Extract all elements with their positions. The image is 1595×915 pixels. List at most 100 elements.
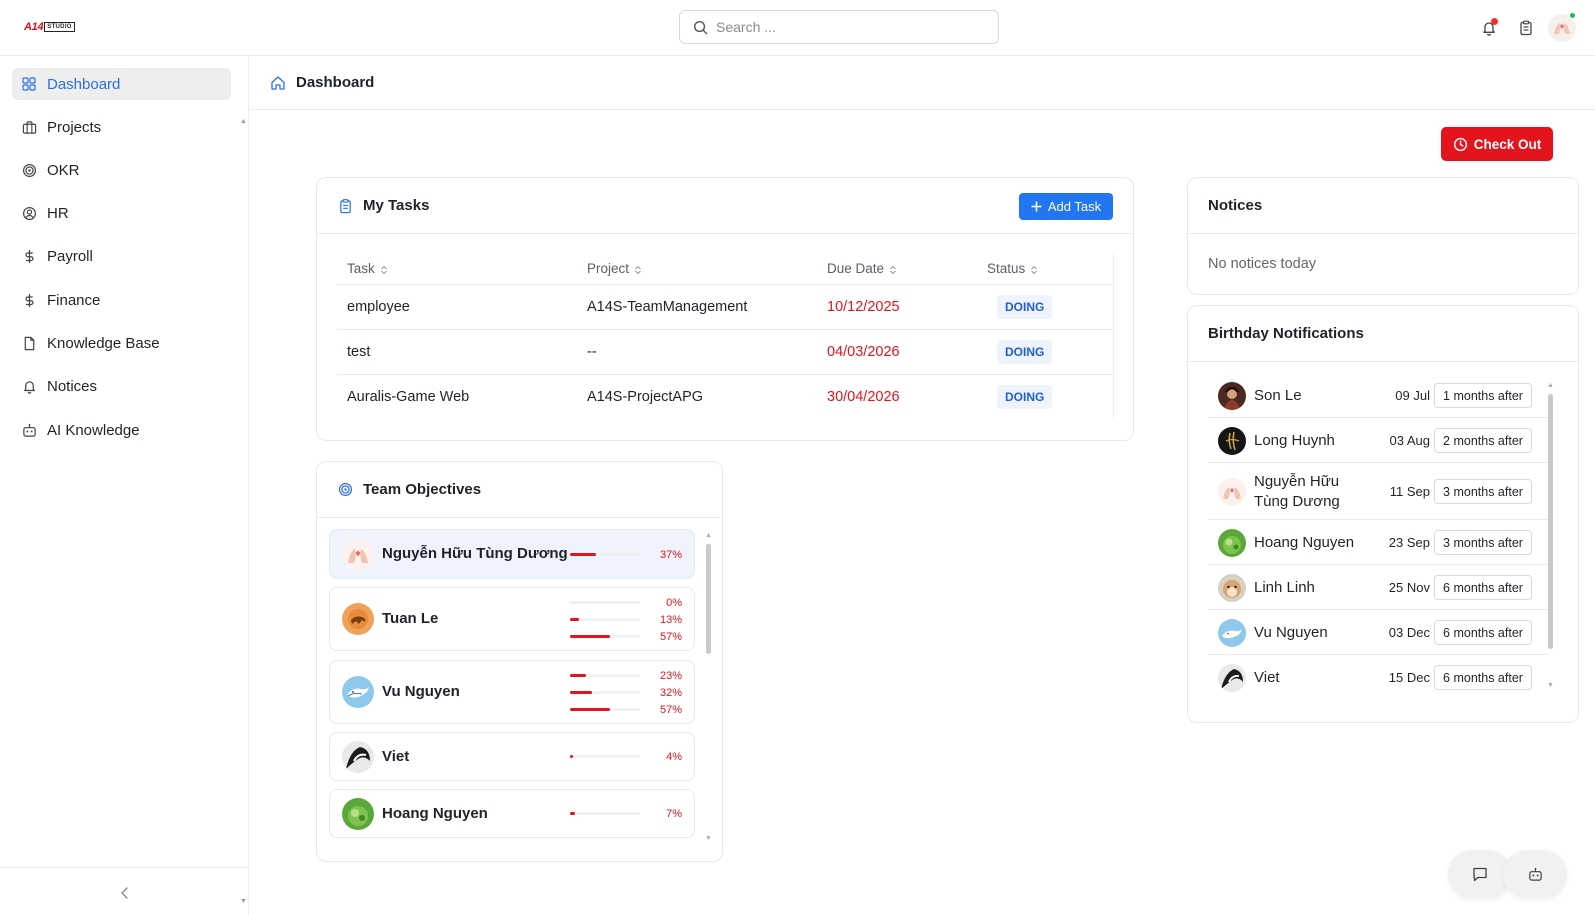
table-row[interactable]: test -- 04/03/2026 DOING — [337, 329, 1114, 375]
column-header-project[interactable]: Project — [577, 254, 817, 285]
ai-assistant-button[interactable] — [1503, 850, 1567, 898]
member-name: Tuan Le — [382, 610, 439, 627]
my-tasks-header: My Tasks Add Task — [317, 178, 1133, 234]
avatar — [1218, 574, 1246, 602]
column-label: Status — [987, 261, 1026, 277]
bell-icon — [21, 378, 37, 394]
collapse-sidebar-button[interactable] — [116, 884, 134, 902]
scroll-down-arrow-icon[interactable]: ▼ — [705, 835, 712, 842]
task-due-date: 04/03/2026 — [817, 329, 977, 375]
team-objectives-card: Team Objectives ▲ ▼ Nguyễn Hữu Tùng Dươn… — [316, 461, 723, 862]
scroll-up-arrow-icon[interactable]: ▲ — [240, 118, 247, 125]
progress-fill — [570, 755, 573, 758]
progress-percent: 37% — [659, 548, 682, 561]
sidebar-item-finance[interactable]: Finance — [12, 284, 231, 316]
progress-fill — [570, 674, 587, 677]
column-label: Project — [587, 261, 630, 277]
sidebar-item-label: Payroll — [47, 247, 93, 265]
task-due-date: 30/04/2026 — [827, 388, 900, 405]
check-out-button[interactable]: Check Out — [1441, 127, 1553, 161]
birthday-row[interactable]: Viet 15 Dec 6 months after — [1208, 656, 1548, 700]
add-task-button[interactable]: Add Task — [1019, 193, 1113, 220]
scroll-down-arrow-icon[interactable]: ▼ — [1547, 682, 1554, 689]
person-name: Long Huynh — [1254, 432, 1335, 449]
sort-icon — [634, 265, 642, 275]
birthday-countdown-tag: 3 months after — [1434, 530, 1532, 555]
team-objectives-header: Team Objectives — [317, 462, 722, 518]
sidebar-item-hr[interactable]: HR — [12, 197, 231, 229]
sidebar-item-notices[interactable]: Notices — [12, 370, 231, 402]
scroll-up-arrow-icon[interactable]: ▲ — [705, 532, 712, 539]
member-name: Nguyễn Hữu Tùng Dương — [382, 545, 568, 562]
sidebar-item-okr[interactable]: OKR — [12, 154, 231, 186]
table-divider — [1113, 254, 1114, 418]
sidebar-item-knowledge-base[interactable]: Knowledge Base — [12, 327, 231, 359]
progress-fill — [570, 691, 593, 694]
progress-fill — [570, 708, 610, 711]
objective-member-card[interactable]: Hoang Nguyen 7% — [329, 789, 695, 838]
task-name: employee — [337, 284, 577, 330]
status-badge: DOING — [997, 384, 1053, 409]
birthday-row[interactable]: Vu Nguyen 03 Dec 6 months after — [1208, 611, 1548, 655]
progress-row: 57% — [570, 701, 682, 718]
avatar — [342, 603, 374, 635]
task-name: test — [337, 329, 577, 375]
task-project: -- — [577, 329, 817, 375]
dollar-icon — [21, 292, 37, 308]
progress-row: 32% — [570, 684, 682, 701]
table-row[interactable]: employee A14S-TeamManagement 10/12/2025 … — [337, 284, 1114, 330]
column-header-task[interactable]: Task — [337, 254, 577, 285]
progress-row: 7% — [570, 805, 682, 822]
birthday-row[interactable]: Linh Linh 25 Nov 6 months after — [1208, 566, 1548, 610]
birthday-countdown-tag: 2 months after — [1434, 428, 1532, 453]
sidebar-item-label: Dashboard — [47, 75, 121, 93]
sidebar-footer — [0, 867, 248, 915]
birthday-row[interactable]: Son Le 09 Jul 1 months after — [1208, 374, 1548, 418]
progress-track — [570, 601, 640, 604]
column-header-status[interactable]: Status — [977, 254, 1114, 285]
search-icon — [693, 20, 708, 35]
birthday-row[interactable]: Hoang Nguyen 23 Sep 3 months after — [1208, 521, 1548, 565]
clipboard-icon — [1518, 20, 1534, 36]
table-row[interactable]: Auralis-Game Web A14S-ProjectAPG 30/04/2… — [337, 374, 1114, 419]
scrollbar[interactable] — [706, 544, 711, 654]
objective-member-card[interactable]: Vu Nguyen 23% 32% 57% — [329, 660, 695, 724]
member-name: Hoang Nguyen — [382, 805, 488, 822]
progress-fill — [570, 618, 580, 621]
team-objectives-title: Team Objectives — [363, 481, 482, 498]
member-name: Viet — [382, 748, 410, 765]
sidebar-item-ai-knowledge[interactable]: AI Knowledge — [12, 414, 231, 446]
birthday-row[interactable]: Nguyễn Hữu Tùng Dương 11 Sep 3 months af… — [1208, 464, 1548, 520]
birthday-date: 25 Nov — [1388, 580, 1430, 595]
search-input[interactable] — [716, 19, 976, 35]
sidebar-item-dashboard[interactable]: Dashboard — [12, 68, 231, 100]
progress-row: 23% — [570, 667, 682, 684]
birthday-countdown-tag: 1 months after — [1434, 383, 1532, 408]
column-header-due-date[interactable]: Due Date — [817, 254, 977, 285]
birthday-row[interactable]: Long Huynh 03 Aug 2 months after — [1208, 419, 1548, 463]
notifications-button[interactable] — [1478, 17, 1500, 39]
status-badge: DOING — [997, 339, 1053, 364]
task-status-cell: DOING — [977, 329, 1114, 375]
home-icon[interactable] — [270, 75, 286, 91]
search-box[interactable] — [679, 10, 999, 44]
progress-fill — [570, 553, 596, 556]
target-icon — [21, 162, 37, 178]
user-circle-icon — [21, 205, 37, 221]
scrollbar[interactable] — [1548, 394, 1553, 649]
birthday-date: 23 Sep — [1388, 535, 1430, 550]
notices-empty-text: No notices today — [1208, 256, 1317, 272]
objective-member-card[interactable]: Nguyễn Hữu Tùng Dương 37% — [329, 529, 695, 579]
clipboard-button[interactable] — [1515, 17, 1537, 39]
sidebar-item-payroll[interactable]: Payroll — [12, 240, 231, 272]
progress-bars: 7% — [570, 805, 682, 822]
my-tasks-title: My Tasks — [363, 197, 430, 214]
column-label: Task — [347, 261, 375, 277]
scroll-up-arrow-icon[interactable]: ▲ — [1547, 382, 1554, 389]
objective-member-card[interactable]: Viet 4% — [329, 732, 695, 781]
objective-member-card[interactable]: Tuan Le 0% 13% 57% — [329, 587, 695, 651]
logo[interactable]: A14 STUDIO — [24, 20, 75, 34]
sidebar-item-projects[interactable]: Projects — [12, 111, 231, 143]
user-avatar-button[interactable] — [1548, 12, 1576, 42]
birthday-title: Birthday Notifications — [1208, 325, 1364, 342]
